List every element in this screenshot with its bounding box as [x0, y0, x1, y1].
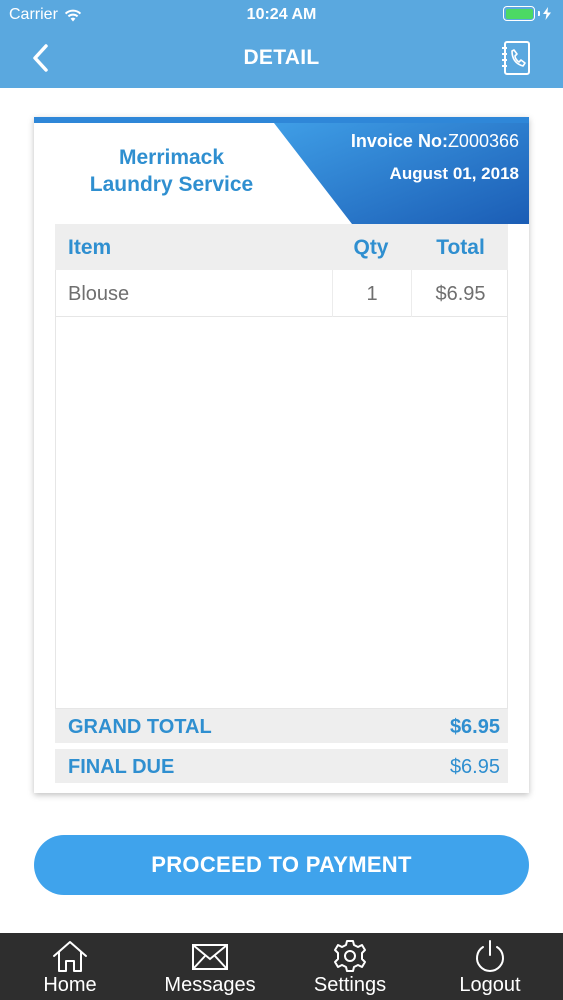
grand-total-row: GRAND TOTAL $6.95	[55, 709, 508, 743]
charging-bolt-icon	[543, 7, 551, 20]
final-due-value: $6.95	[449, 756, 500, 778]
invoice-number-value: Z000366	[447, 131, 519, 151]
company-name-line2: Laundry Service	[89, 173, 254, 196]
status-bar: Carrier 10:24 AM	[0, 0, 563, 30]
gear-icon	[334, 940, 366, 972]
app-header: Carrier 10:24 AM DETAIL	[0, 0, 563, 88]
table-row: Blouse 1 $6.95	[56, 270, 507, 317]
tab-home-label: Home	[43, 974, 97, 996]
tab-logout[interactable]: Logout	[450, 933, 530, 1000]
status-time: 10:24 AM	[246, 6, 317, 23]
page-title: DETAIL	[243, 46, 320, 69]
column-header-qty: Qty	[353, 236, 389, 259]
envelope-icon	[192, 944, 228, 970]
final-due-row: FINAL DUE $6.95	[55, 749, 508, 783]
tab-messages[interactable]: Messages	[160, 933, 260, 1000]
invoice-number: Invoice No:Z000366	[351, 131, 519, 152]
tab-settings[interactable]: Settings	[305, 933, 395, 1000]
company-name-line1: Merrimack	[118, 146, 225, 169]
tab-settings-label: Settings	[313, 974, 387, 996]
nav-bar: DETAIL	[0, 30, 563, 88]
invoice-card: Merrimack Laundry Service Invoice No:Z00…	[34, 117, 529, 793]
grand-total-value: $6.95	[449, 716, 500, 738]
invoice-number-label: Invoice No:	[350, 131, 448, 151]
contact-button[interactable]	[499, 38, 535, 78]
grand-total-label: GRAND TOTAL	[68, 716, 212, 738]
row-qty: 1	[332, 270, 412, 317]
final-due-label: FINAL DUE	[68, 756, 175, 778]
column-header-total: Total	[436, 236, 485, 259]
tab-bar: Home Messages Settings Logout	[0, 933, 563, 1000]
invoice-date: August 01, 2018	[389, 164, 519, 183]
tab-home[interactable]: Home	[30, 933, 110, 1000]
table-header: Item Qty Total	[55, 224, 508, 270]
company-name: Merrimack Laundry Service	[54, 144, 289, 198]
address-book-phone-icon	[502, 41, 530, 75]
table-body: Blouse 1 $6.95	[55, 270, 508, 709]
row-total: $6.95	[435, 283, 486, 305]
power-icon	[476, 940, 504, 972]
home-icon	[53, 941, 87, 972]
column-header-item: Item	[68, 236, 112, 259]
proceed-to-payment-button[interactable]: PROCEED TO PAYMENT	[34, 835, 529, 895]
row-item: Blouse	[68, 283, 130, 305]
invoice-banner: Merrimack Laundry Service Invoice No:Z00…	[34, 117, 529, 224]
tab-logout-label: Logout	[459, 974, 521, 996]
tab-messages-label: Messages	[164, 974, 256, 996]
battery-icon	[503, 6, 551, 21]
